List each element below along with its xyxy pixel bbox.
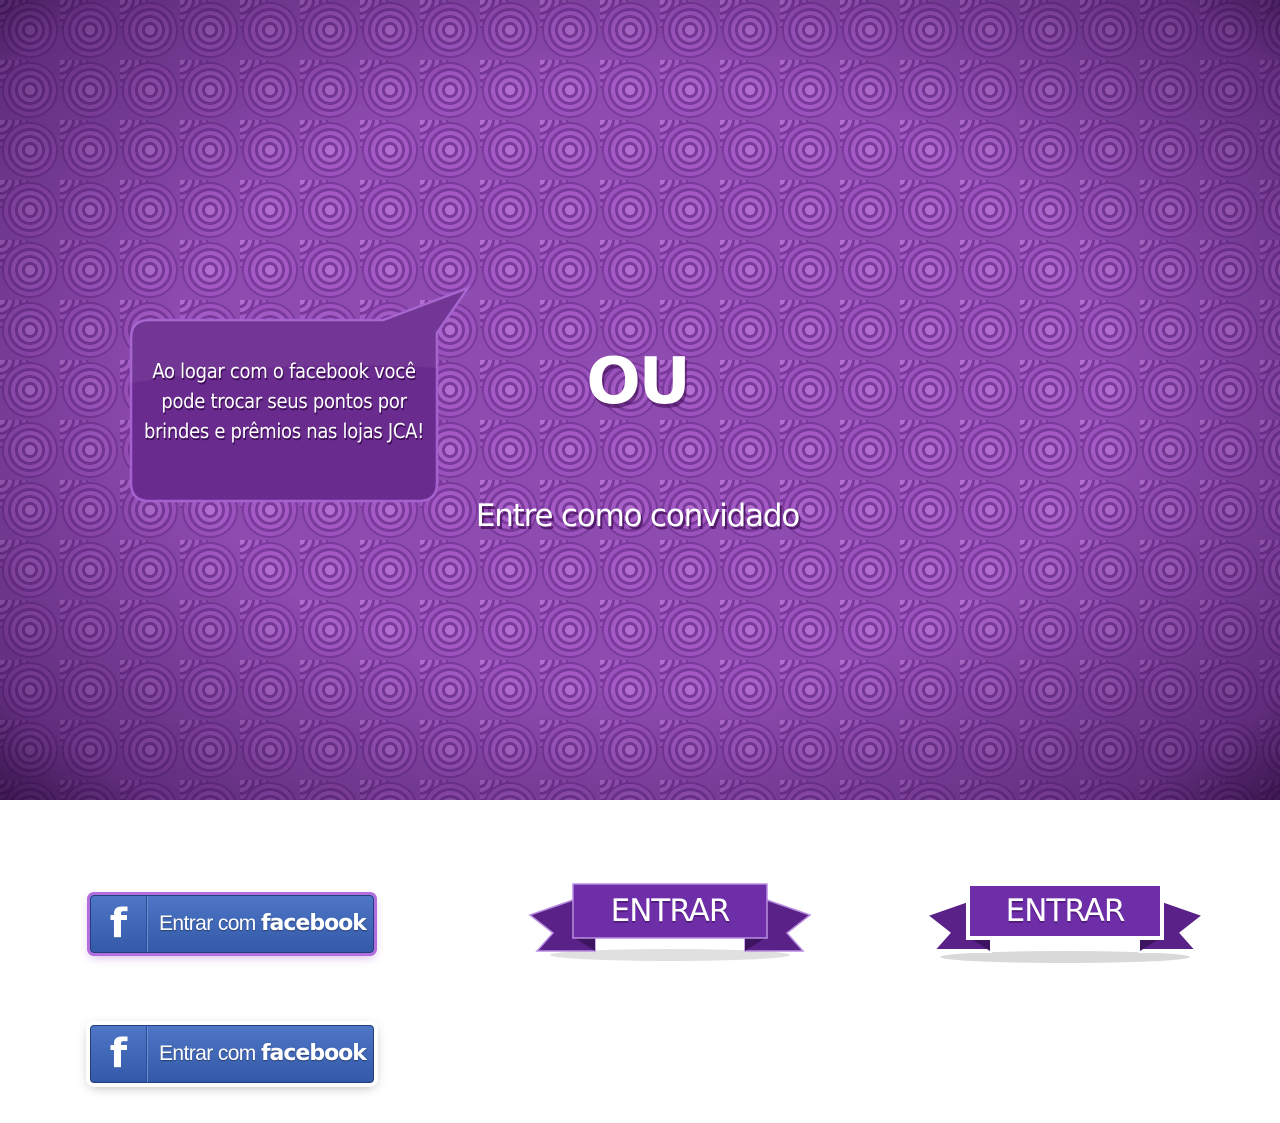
enter-button-label: ENTRAR (610, 893, 731, 929)
login-panel: Ao logar com o facebook você pode trocar… (0, 0, 1280, 800)
facebook-f-icon: f (91, 896, 147, 952)
facebook-button-prefix: Entrar com (159, 912, 261, 935)
facebook-button-prefix: Entrar com (159, 1042, 261, 1065)
facebook-button-label: Entrar com facebook (159, 896, 367, 952)
guest-login-link[interactable]: Entre como convidado (470, 494, 805, 538)
facebook-f-icon: f (91, 1026, 147, 1082)
enter-ribbon-button[interactable]: ENTRAR (525, 875, 815, 965)
enter-ribbon-button-alt[interactable]: ENTRAR (920, 875, 1210, 965)
facebook-button-brand: facebook (260, 1041, 367, 1066)
button-divider (147, 896, 148, 952)
info-bubble-text: Ao logar com o facebook você pode trocar… (143, 359, 425, 443)
facebook-button-label: Entrar com facebook (159, 1026, 367, 1082)
facebook-login-button-alt[interactable]: f Entrar com facebook (90, 1025, 374, 1083)
info-speech-bubble: Ao logar com o facebook você pode trocar… (129, 285, 472, 503)
enter-button-label: ENTRAR (1005, 893, 1126, 929)
button-divider (147, 1026, 148, 1082)
or-separator: OU (586, 345, 690, 419)
facebook-button-brand: facebook (260, 911, 367, 936)
facebook-login-button[interactable]: f Entrar com facebook (90, 895, 374, 953)
